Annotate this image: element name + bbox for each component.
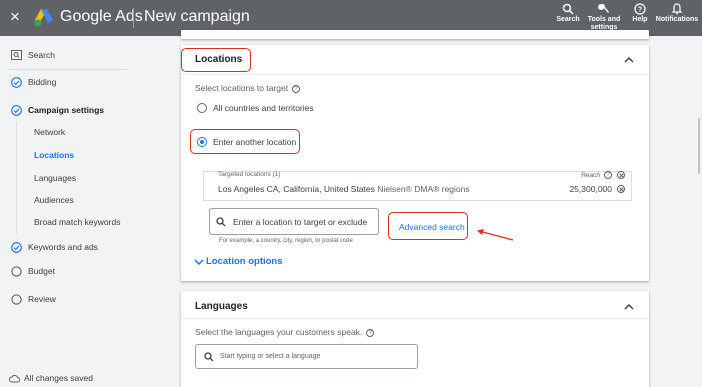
sidebar-item-keywords-ads[interactable]: Keywords and ads bbox=[9, 240, 98, 254]
help-action[interactable]: ? Help bbox=[628, 3, 652, 24]
check-circle-icon bbox=[9, 104, 23, 116]
help-icon[interactable]: ? bbox=[366, 328, 375, 337]
sidebar-item-broad-match[interactable]: Broad match keywords bbox=[34, 215, 120, 229]
location-search-placeholder: Enter a location to target or exclude bbox=[233, 216, 368, 227]
help-icon[interactable]: ? bbox=[292, 84, 301, 93]
search-action[interactable]: Search bbox=[553, 3, 583, 24]
help-action-label: Help bbox=[632, 16, 648, 23]
scrollbar[interactable] bbox=[698, 118, 700, 174]
search-icon bbox=[204, 351, 214, 361]
chevron-up-icon[interactable] bbox=[623, 54, 635, 66]
radio-enter-location-label: Enter another location bbox=[213, 137, 297, 147]
check-circle-icon bbox=[9, 76, 23, 88]
languages-prompt-row: Select the languages your customers spea… bbox=[195, 327, 375, 337]
notifications-action[interactable]: Notifications bbox=[654, 3, 700, 24]
previous-card bbox=[181, 30, 649, 39]
location-search-input[interactable]: Enter a location to target or exclude bbox=[209, 208, 379, 235]
sidebar-item-label: Bidding bbox=[28, 77, 57, 87]
page-title: New campaign bbox=[144, 8, 250, 25]
chevron-up-icon[interactable] bbox=[623, 301, 635, 313]
sidebar-item-bidding[interactable]: Bidding bbox=[9, 75, 56, 89]
svg-text:?: ? bbox=[638, 7, 642, 14]
search-icon bbox=[216, 216, 226, 226]
sidebar-item-search[interactable]: Search bbox=[9, 48, 55, 62]
targeted-location-name: Los Angeles CA, California, United State… bbox=[218, 184, 375, 194]
sidebar-item-languages[interactable]: Languages bbox=[34, 171, 76, 185]
highlight-locations-title bbox=[181, 48, 251, 72]
sidebar: Search Bidding Campaign settings Network… bbox=[0, 36, 130, 387]
reach-value-row: 25,300,000 bbox=[569, 184, 625, 194]
close-button[interactable]: × bbox=[10, 8, 20, 25]
empty-circle-icon bbox=[9, 293, 23, 305]
language-search-input[interactable]: Start typing or select a language bbox=[195, 344, 418, 369]
radio-enter-location[interactable] bbox=[197, 137, 207, 147]
empty-circle-icon bbox=[9, 265, 23, 277]
sidebar-subnav-rail bbox=[16, 122, 17, 234]
sidebar-item-label: Campaign settings bbox=[28, 105, 105, 115]
sidebar-item-budget[interactable]: Budget bbox=[9, 264, 55, 278]
bell-icon bbox=[671, 3, 683, 15]
language-search-placeholder: Start typing or select a language bbox=[220, 353, 321, 360]
sidebar-item-locations[interactable]: Locations bbox=[34, 148, 74, 162]
languages-card: Languages Select the languages your cust… bbox=[181, 291, 649, 387]
reach-header-row: Reach? bbox=[581, 171, 625, 179]
locations-card: Locations Select locations to target? Al… bbox=[181, 45, 649, 281]
help-icon: ? bbox=[634, 3, 646, 15]
sidebar-item-network[interactable]: Network bbox=[34, 125, 65, 139]
tools-action-label: Tools and settings bbox=[587, 16, 621, 31]
advanced-search-link[interactable]: Advanced search bbox=[399, 222, 465, 232]
targeted-location-row: Los Angeles CA, California, United State… bbox=[218, 184, 470, 194]
check-circle-icon bbox=[9, 241, 23, 253]
brand-name: Google Ads bbox=[60, 8, 143, 25]
chevron-down-icon bbox=[194, 258, 204, 265]
reach-value: 25,300,000 bbox=[569, 184, 612, 194]
sidebar-item-label: Budget bbox=[28, 266, 55, 276]
save-status-label: All changes saved bbox=[24, 373, 93, 383]
sidebar-item-label: Keywords and ads bbox=[28, 242, 98, 252]
location-options-label: Location options bbox=[206, 256, 283, 267]
help-icon[interactable]: ? bbox=[604, 171, 612, 179]
languages-title: Languages bbox=[195, 301, 248, 312]
locations-card-header[interactable]: Locations bbox=[181, 45, 649, 75]
annotation-arrow-icon bbox=[477, 229, 514, 241]
search-action-label: Search bbox=[556, 16, 580, 23]
location-search-hint: For example, a country, city, region, or… bbox=[219, 238, 353, 244]
topbar-divider bbox=[133, 8, 134, 28]
sidebar-item-audiences[interactable]: Audiences bbox=[34, 193, 74, 207]
targeted-location-type: Nielsen® DMA® regions bbox=[377, 184, 470, 194]
radio-all-countries[interactable] bbox=[197, 103, 207, 113]
search-campaign-icon bbox=[9, 50, 23, 60]
cloud-icon bbox=[9, 374, 20, 382]
locations-prompt: Select locations to target bbox=[195, 83, 289, 93]
radio-all-countries-label: All countries and territories bbox=[213, 103, 314, 113]
wrench-icon bbox=[598, 3, 609, 14]
sidebar-divider bbox=[9, 69, 127, 70]
languages-prompt: Select the languages your customers spea… bbox=[195, 327, 363, 337]
targeted-locations-box: Targeted locations (1) Los Angeles CA, C… bbox=[203, 171, 632, 201]
location-options-toggle[interactable]: Location options bbox=[194, 256, 283, 267]
notifications-action-label: Notifications bbox=[655, 16, 699, 23]
remove-icon[interactable] bbox=[617, 171, 625, 179]
sidebar-item-label: Search bbox=[28, 50, 55, 60]
sidebar-item-label: Review bbox=[28, 294, 56, 304]
google-ads-logo-icon bbox=[34, 9, 53, 27]
tools-action[interactable]: Tools and settings bbox=[584, 3, 624, 32]
remove-location-icon[interactable] bbox=[617, 185, 625, 193]
sidebar-item-campaign-settings[interactable]: Campaign settings bbox=[9, 103, 104, 117]
search-icon bbox=[562, 3, 574, 15]
targeted-locations-header: Targeted locations (1) bbox=[218, 171, 281, 178]
save-status: All changes saved bbox=[9, 373, 93, 383]
sidebar-item-review[interactable]: Review bbox=[9, 292, 56, 306]
languages-card-header[interactable]: Languages bbox=[181, 292, 649, 319]
locations-prompt-row: Select locations to target? bbox=[195, 83, 301, 93]
reach-header: Reach bbox=[581, 171, 600, 179]
